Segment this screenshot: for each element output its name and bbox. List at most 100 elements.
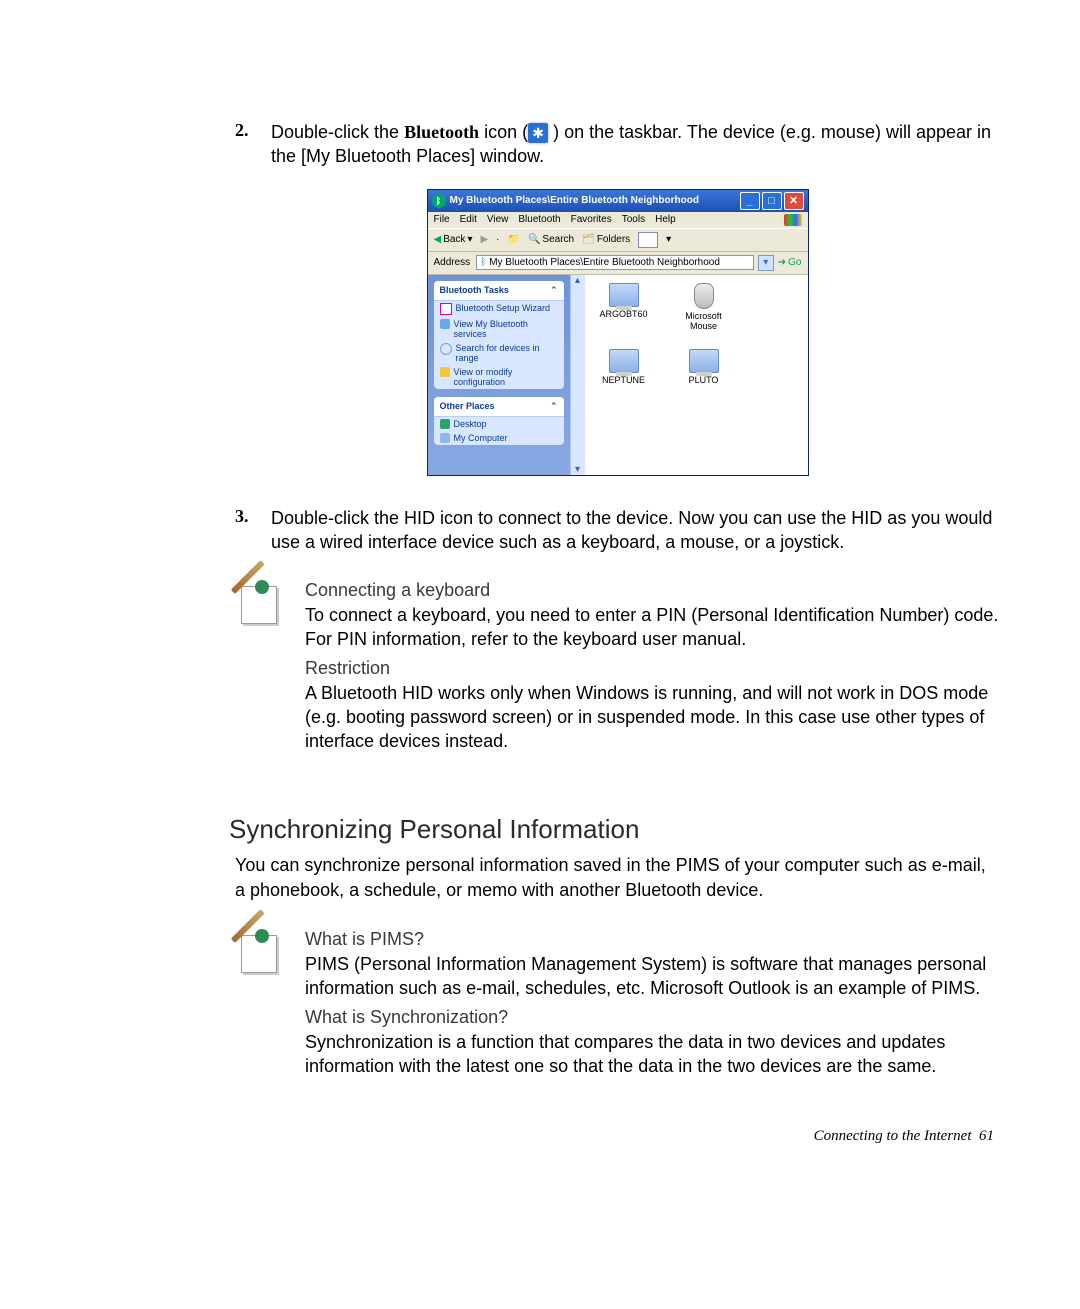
panel-title: Bluetooth Tasks xyxy=(440,285,509,295)
menu-bluetooth[interactable]: Bluetooth xyxy=(518,214,560,226)
toolbar: ◀Back ▾ ▶ · 📁 🔍Search 🗂Folders ▾ xyxy=(428,228,808,252)
section-intro: You can synchronize personal information… xyxy=(235,853,1000,903)
note-heading: Connecting a keyboard xyxy=(305,580,1000,601)
separator: · xyxy=(496,234,499,245)
note-keyboard-restriction: Connecting a keyboard To connect a keybo… xyxy=(235,580,1000,753)
note-heading: Restriction xyxy=(305,658,1000,679)
go-label: Go xyxy=(788,257,801,268)
bluetooth-icon: ᛒ xyxy=(480,257,486,268)
search-button[interactable]: 🔍Search xyxy=(528,234,574,245)
step-text: Double-click the Bluetooth icon (✱ ) on … xyxy=(271,120,1000,169)
mouse-icon xyxy=(694,283,714,309)
address-dropdown[interactable]: ▾ xyxy=(758,255,774,271)
search-icon: 🔍 xyxy=(528,234,540,245)
collapse-icon[interactable]: ⌃ xyxy=(550,401,558,412)
device-pane: ARGOBT60 Microsoft Mouse NEPTUNE PLUTO xyxy=(585,275,808,475)
bluetooth-tasks-panel: Bluetooth Tasks⌃ Bluetooth Setup Wizard … xyxy=(434,281,564,389)
page-footer: Connecting to the Internet 61 xyxy=(235,1128,1000,1145)
section-heading: Synchronizing Personal Information xyxy=(229,814,1000,845)
menu-bar: File Edit View Bluetooth Favorites Tools… xyxy=(428,212,808,228)
task-label: View or modify configuration xyxy=(454,367,558,387)
other-places-panel: Other Places ⌃ Desktop My Computer xyxy=(434,397,564,445)
note-text: PIMS (Personal Information Management Sy… xyxy=(305,952,1000,1001)
address-value: My Bluetooth Places\Entire Bluetooth Nei… xyxy=(489,257,720,268)
note-icon xyxy=(235,929,281,975)
address-field[interactable]: ᛒ My Bluetooth Places\Entire Bluetooth N… xyxy=(476,255,754,270)
folders-button[interactable]: 🗂Folders xyxy=(582,234,630,245)
device-label: PLUTO xyxy=(673,375,735,385)
task-configuration[interactable]: View or modify configuration xyxy=(434,365,564,389)
my-computer-icon xyxy=(440,433,450,443)
bluetooth-window-icon: ᛒ xyxy=(432,194,446,208)
menu-edit[interactable]: Edit xyxy=(460,214,477,226)
address-label: Address xyxy=(434,257,471,268)
task-label: My Computer xyxy=(454,433,508,443)
services-icon xyxy=(440,319,450,329)
device-label: NEPTUNE xyxy=(593,375,655,385)
device-microsoft-mouse[interactable]: Microsoft Mouse xyxy=(673,283,735,331)
search-icon xyxy=(440,343,452,355)
menu-view[interactable]: View xyxy=(487,214,509,226)
text: Double-click the xyxy=(271,122,404,142)
step-text: Double-click the HID icon to connect to … xyxy=(271,506,1000,555)
sidebar-scrollbar[interactable]: ▴▾ xyxy=(570,275,585,475)
step-3: 3. Double-click the HID icon to connect … xyxy=(235,506,1000,555)
desktop-icon xyxy=(440,419,450,429)
task-label: View My Bluetooth services xyxy=(454,319,558,339)
scroll-up-icon: ▴ xyxy=(575,275,580,286)
menu-file[interactable]: File xyxy=(434,214,450,226)
bluetooth-icon: ✱ xyxy=(528,123,548,143)
folders-icon: 🗂 xyxy=(582,234,595,245)
bluetooth-places-window: ᛒ My Bluetooth Places\Entire Bluetooth N… xyxy=(427,189,809,476)
collapse-icon[interactable]: ⌃ xyxy=(550,285,558,296)
device-pluto[interactable]: PLUTO xyxy=(673,349,735,385)
scroll-down-icon: ▾ xyxy=(575,464,580,475)
note-text: A Bluetooth HID works only when Windows … xyxy=(305,681,1000,754)
chevron-down-icon: ▾ xyxy=(666,234,671,245)
config-icon xyxy=(440,367,450,377)
device-argobt60[interactable]: ARGOBT60 xyxy=(593,283,655,331)
text: icon ( xyxy=(479,122,528,142)
address-bar: Address ᛒ My Bluetooth Places\Entire Blu… xyxy=(428,252,808,275)
note-text: To connect a keyboard, you need to enter… xyxy=(305,603,1000,652)
computer-icon xyxy=(609,349,639,373)
menu-favorites[interactable]: Favorites xyxy=(571,214,612,226)
back-icon: ◀ xyxy=(434,234,442,245)
wizard-icon xyxy=(440,303,452,315)
menu-help[interactable]: Help xyxy=(655,214,676,226)
bluetooth-word: Bluetooth xyxy=(404,122,479,142)
menu-tools[interactable]: Tools xyxy=(622,214,645,226)
note-text: Synchronization is a function that compa… xyxy=(305,1030,1000,1079)
chevron-down-icon: ▾ xyxy=(467,234,472,245)
note-icon xyxy=(235,580,281,626)
maximize-button[interactable]: □ xyxy=(762,192,782,210)
task-search-devices[interactable]: Search for devices in range xyxy=(434,341,564,365)
other-my-computer[interactable]: My Computer xyxy=(434,431,564,445)
panel-title: Other Places xyxy=(440,401,495,411)
forward-button[interactable]: ▶ xyxy=(480,234,488,245)
other-desktop[interactable]: Desktop xyxy=(434,417,564,431)
close-button[interactable]: ✕ xyxy=(784,192,804,210)
back-button[interactable]: ◀Back ▾ xyxy=(434,234,473,245)
device-neptune[interactable]: NEPTUNE xyxy=(593,349,655,385)
up-button[interactable]: 📁 xyxy=(508,234,520,245)
note-heading: What is Synchronization? xyxy=(305,1007,1000,1028)
back-label: Back xyxy=(443,234,465,245)
search-label: Search xyxy=(542,234,574,245)
minimize-button[interactable]: _ xyxy=(740,192,760,210)
task-setup-wizard[interactable]: Bluetooth Setup Wizard xyxy=(434,301,564,317)
window-title: My Bluetooth Places\Entire Bluetooth Nei… xyxy=(450,195,740,206)
computer-icon xyxy=(689,349,719,373)
step-number: 3. xyxy=(235,506,271,555)
step-2: 2. Double-click the Bluetooth icon (✱ ) … xyxy=(235,120,1000,169)
go-button[interactable]: ➔Go xyxy=(778,257,802,268)
task-view-services[interactable]: View My Bluetooth services xyxy=(434,317,564,341)
task-label: Desktop xyxy=(454,419,487,429)
windows-flag-icon xyxy=(784,214,802,226)
views-button[interactable] xyxy=(638,232,658,248)
device-label: ARGOBT60 xyxy=(593,309,655,319)
device-label: Microsoft Mouse xyxy=(673,311,735,331)
task-label: Bluetooth Setup Wizard xyxy=(456,303,551,313)
computer-icon xyxy=(609,283,639,307)
folders-label: Folders xyxy=(597,234,630,245)
